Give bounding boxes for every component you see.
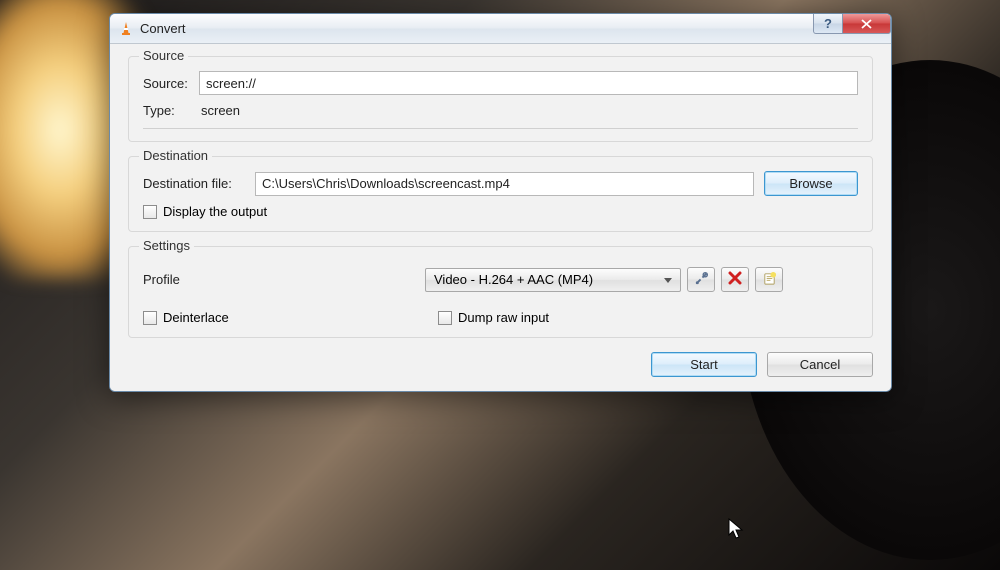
destination-file-input[interactable] — [255, 172, 754, 196]
settings-group-label: Settings — [139, 238, 194, 253]
delete-profile-button[interactable] — [721, 267, 749, 292]
profile-label: Profile — [143, 272, 425, 287]
checkbox-icon — [143, 311, 157, 325]
source-group: Source Source: Type: screen — [128, 56, 873, 142]
titlebar[interactable]: Convert ? — [110, 14, 891, 44]
browse-button[interactable]: Browse — [764, 171, 858, 196]
dump-raw-label: Dump raw input — [458, 310, 549, 325]
source-input[interactable] — [199, 71, 858, 95]
edit-profile-button[interactable] — [687, 267, 715, 292]
deinterlace-label: Deinterlace — [163, 310, 229, 325]
checkbox-icon — [143, 205, 157, 219]
window-title: Convert — [140, 21, 186, 36]
type-label: Type: — [143, 103, 199, 118]
destination-group-label: Destination — [139, 148, 212, 163]
close-button[interactable] — [843, 14, 891, 34]
source-group-label: Source — [139, 48, 188, 63]
help-icon: ? — [824, 16, 832, 31]
destination-group: Destination Destination file: Browse Dis… — [128, 156, 873, 232]
new-profile-icon — [762, 271, 777, 289]
profile-dropdown[interactable]: Video - H.264 + AAC (MP4) — [425, 268, 681, 292]
deinterlace-checkbox[interactable]: Deinterlace — [143, 310, 229, 325]
new-profile-button[interactable] — [755, 267, 783, 292]
profile-value: Video - H.264 + AAC (MP4) — [434, 272, 593, 287]
vlc-cone-icon — [118, 21, 134, 37]
display-output-label: Display the output — [163, 204, 267, 219]
mouse-cursor-icon — [728, 518, 746, 542]
dialog-footer: Start Cancel — [128, 352, 873, 377]
settings-group: Settings Profile Video - H.264 + AAC (MP… — [128, 246, 873, 338]
display-output-checkbox[interactable]: Display the output — [143, 204, 267, 219]
convert-dialog: Convert ? Source Source: Type: — [109, 13, 892, 392]
help-button[interactable]: ? — [813, 14, 843, 34]
checkbox-icon — [438, 311, 452, 325]
dump-raw-checkbox[interactable]: Dump raw input — [438, 310, 549, 325]
wrench-icon — [694, 271, 709, 289]
chevron-down-icon — [664, 278, 672, 283]
cancel-button[interactable]: Cancel — [767, 352, 873, 377]
destination-file-label: Destination file: — [143, 176, 255, 191]
close-icon — [861, 16, 872, 32]
start-button[interactable]: Start — [651, 352, 757, 377]
type-value: screen — [199, 103, 240, 118]
source-label: Source: — [143, 76, 199, 91]
delete-icon — [728, 271, 742, 288]
